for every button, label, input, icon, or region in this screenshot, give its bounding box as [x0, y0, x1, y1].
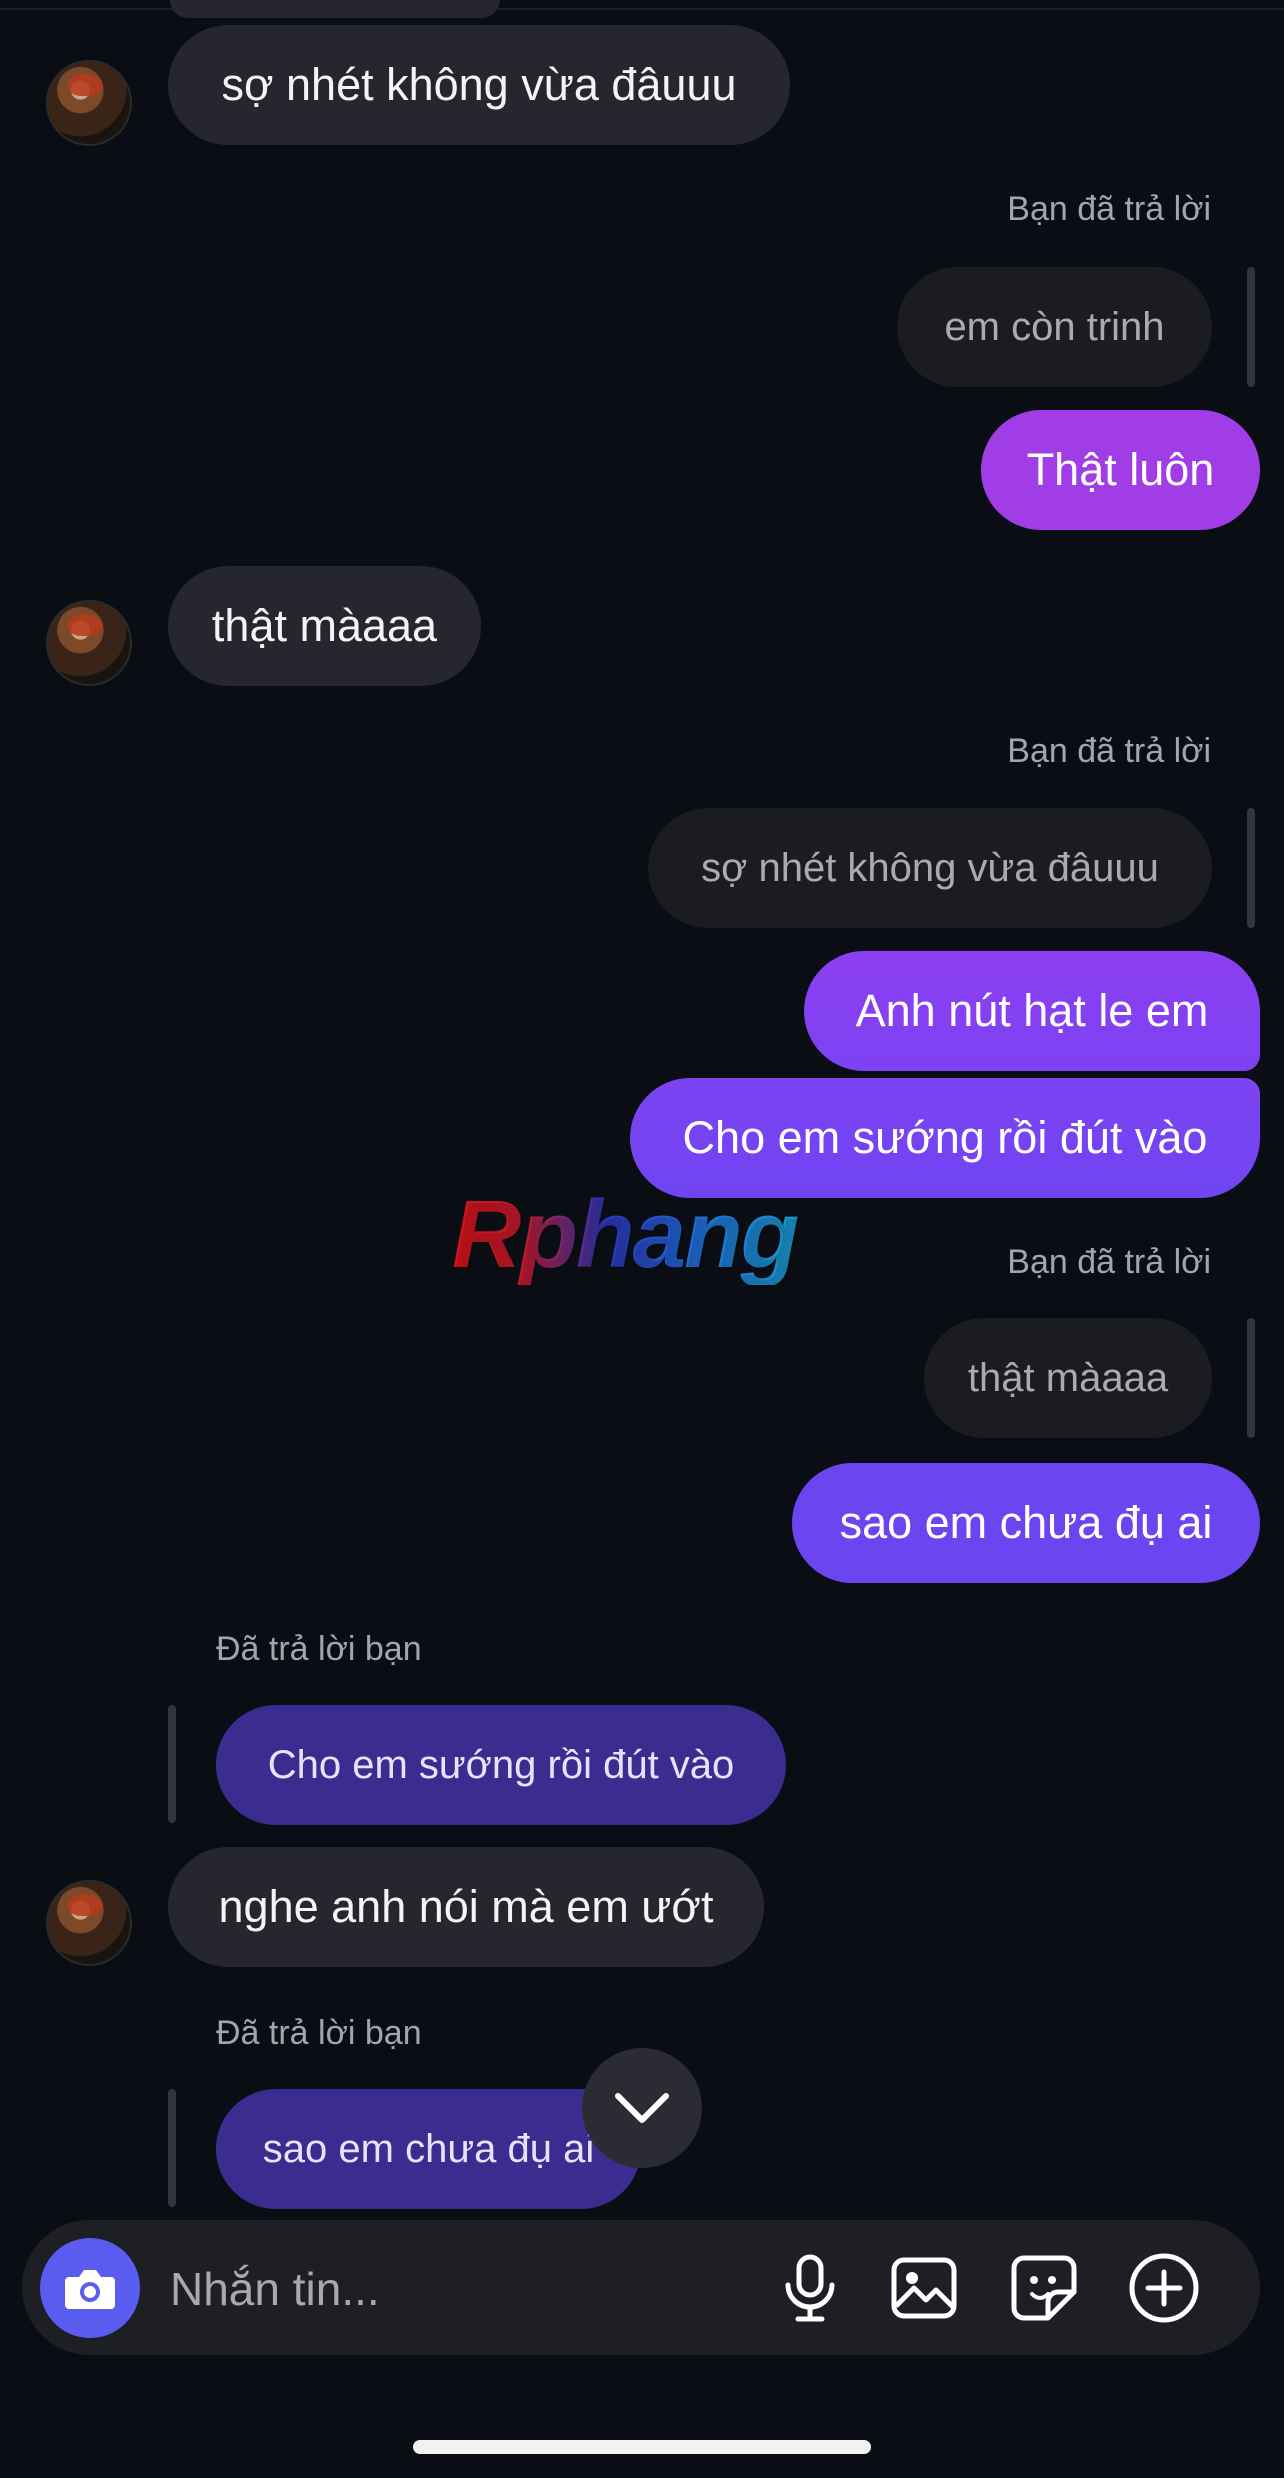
- quoted-message[interactable]: em còn trinh: [897, 267, 1212, 387]
- quote-bar: [168, 1705, 176, 1823]
- plus-icon: [1129, 2253, 1199, 2323]
- chevron-down-icon: [615, 2093, 669, 2123]
- sticker-icon: [1011, 2255, 1077, 2321]
- incoming-message[interactable]: sợ nhét không vừa đâuuu: [168, 25, 790, 145]
- contact-avatar[interactable]: [46, 600, 132, 686]
- watermark-logo: Rphang: [452, 1185, 837, 1285]
- outgoing-message[interactable]: Thật luôn: [981, 410, 1260, 530]
- gallery-button[interactable]: [882, 2246, 966, 2330]
- quoted-message[interactable]: sao em chưa đụ ai: [216, 2089, 641, 2209]
- quote-bar: [1247, 267, 1255, 387]
- outgoing-message[interactable]: sao em chưa đụ ai: [792, 1463, 1260, 1583]
- incoming-message[interactable]: nghe anh nói mà em ướt: [168, 1847, 764, 1967]
- quoted-message[interactable]: thật màaaa: [924, 1318, 1212, 1438]
- more-options-button[interactable]: [1122, 2246, 1206, 2330]
- quoted-message[interactable]: sợ nhét không vừa đâuuu: [648, 808, 1212, 928]
- outgoing-message[interactable]: Anh nút hạt le em: [804, 951, 1260, 1071]
- quoted-message[interactable]: Cho em sướng rồi đút vào: [216, 1705, 786, 1825]
- camera-icon: [65, 2270, 115, 2309]
- reply-label: Đã trả lời bạn: [216, 2014, 422, 2052]
- microphone-icon: [785, 2254, 835, 2322]
- reply-label: Bạn đã trả lời: [1007, 190, 1211, 228]
- partial-message-bubble: [170, 0, 500, 18]
- quote-bar: [1247, 808, 1255, 928]
- quote-bar: [168, 2089, 176, 2207]
- incoming-message[interactable]: thật màaaa: [168, 566, 481, 686]
- home-indicator[interactable]: [413, 2440, 871, 2454]
- sticker-button[interactable]: [1002, 2246, 1086, 2330]
- microphone-button[interactable]: [768, 2246, 852, 2330]
- outgoing-message[interactable]: Cho em sướng rồi đút vào: [630, 1078, 1260, 1198]
- reply-label: Bạn đã trả lời: [1007, 732, 1211, 770]
- scroll-to-bottom-button[interactable]: [582, 2048, 702, 2168]
- camera-button[interactable]: [40, 2238, 140, 2338]
- reply-label: Bạn đã trả lời: [1007, 1243, 1211, 1281]
- contact-avatar[interactable]: [46, 60, 132, 146]
- reply-label: Đã trả lời bạn: [216, 1630, 422, 1668]
- quote-bar: [1247, 1318, 1255, 1438]
- message-input[interactable]: [168, 2245, 732, 2333]
- gallery-icon: [891, 2257, 957, 2319]
- contact-avatar[interactable]: [46, 1880, 132, 1966]
